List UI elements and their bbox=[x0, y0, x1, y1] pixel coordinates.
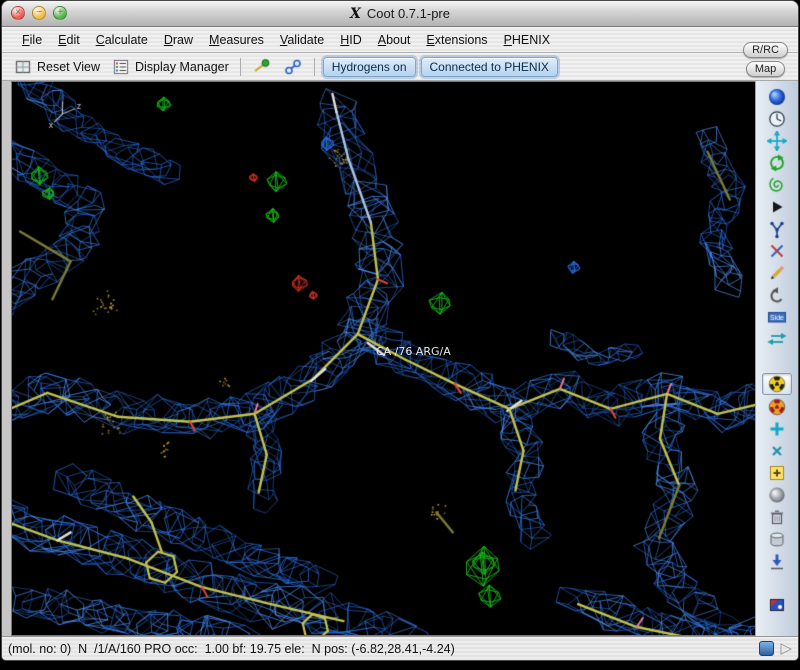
radiation-red-button[interactable] bbox=[763, 397, 791, 417]
side-chain-icon bbox=[767, 307, 787, 327]
add-atom-icon bbox=[767, 419, 787, 439]
menu-hid[interactable]: HID bbox=[332, 33, 370, 47]
gl-viewport-wrap: CA /76 ARG/A bbox=[11, 81, 755, 636]
molecule-viewport[interactable] bbox=[12, 82, 755, 635]
menu-calculate[interactable]: Calculate bbox=[88, 33, 156, 47]
window-title-text: Coot 0.7.1-pre bbox=[366, 6, 450, 21]
arrow-down-icon bbox=[767, 551, 787, 571]
menu-file[interactable]: File bbox=[14, 33, 50, 47]
view-sphere-icon bbox=[767, 87, 787, 107]
traffic-lights: × − + bbox=[11, 6, 67, 20]
flag-icon bbox=[767, 595, 787, 615]
toolbar-separator bbox=[239, 57, 241, 76]
zoom-button[interactable]: + bbox=[53, 6, 67, 20]
flag-button[interactable] bbox=[763, 595, 791, 615]
view-sphere-button[interactable] bbox=[763, 87, 791, 107]
statusbar: (mol. no: 0) N /1/A/160 PRO occ: 1.00 bf… bbox=[2, 636, 798, 660]
menubar: File Edit Calculate Draw Measures Validate HID… bbox=[2, 27, 798, 53]
x11-icon: X bbox=[350, 5, 361, 22]
hydrogens-toggle[interactable]: Hydrogens on bbox=[322, 56, 416, 77]
ligand-icon bbox=[282, 56, 303, 77]
ligand-button[interactable] bbox=[280, 56, 306, 78]
grey-sphere-icon bbox=[767, 485, 787, 505]
side-chain-button[interactable] bbox=[763, 307, 791, 327]
reset-view-icon bbox=[13, 56, 33, 77]
display-manager-icon bbox=[111, 56, 131, 77]
minimize-button[interactable]: − bbox=[32, 6, 46, 20]
corner-buttons: R/RC Map bbox=[743, 42, 788, 77]
go-to-atom-button[interactable] bbox=[249, 56, 275, 78]
refine-spiral-icon bbox=[767, 175, 787, 195]
display-manager-button[interactable]: Display Manager bbox=[108, 56, 232, 78]
undo-button[interactable] bbox=[763, 285, 791, 305]
grey-sphere-button[interactable] bbox=[763, 485, 791, 505]
reset-view-label: Reset View bbox=[37, 59, 100, 74]
coot-window: × − + X Coot 0.7.1-pre File Edit Calculate Dr… bbox=[1, 0, 799, 661]
reset-view-button[interactable]: Reset View bbox=[10, 56, 103, 78]
trash-icon bbox=[767, 507, 787, 527]
clock-button[interactable] bbox=[763, 109, 791, 129]
add-residue-button[interactable] bbox=[763, 463, 791, 483]
titlebar[interactable]: × − + X Coot 0.7.1-pre bbox=[2, 1, 798, 27]
rotate-translate-button[interactable] bbox=[763, 153, 791, 173]
modelling-toolbar bbox=[755, 81, 798, 636]
trash-button[interactable] bbox=[763, 507, 791, 527]
rotamer-button[interactable] bbox=[763, 219, 791, 239]
add-atom-button[interactable] bbox=[763, 419, 791, 439]
menu-phenix[interactable]: PHENIX bbox=[496, 33, 559, 47]
menu-validate[interactable]: Validate bbox=[272, 33, 332, 47]
pencil-button[interactable] bbox=[763, 263, 791, 283]
delete-x-button[interactable] bbox=[763, 441, 791, 461]
rotamer-icon bbox=[767, 219, 787, 239]
expand-triangle-icon[interactable]: ▷ bbox=[780, 641, 792, 656]
arrow-down-button[interactable] bbox=[763, 551, 791, 571]
map-button[interactable]: Map bbox=[745, 61, 786, 77]
undo-icon bbox=[767, 285, 787, 305]
chi-angles-icon bbox=[767, 241, 787, 261]
flip-icon bbox=[767, 329, 787, 349]
delete-x-icon bbox=[767, 441, 787, 461]
cylinder-icon bbox=[767, 529, 787, 549]
radiation-yellow-button[interactable] bbox=[762, 373, 792, 395]
move-atoms-button[interactable] bbox=[763, 131, 791, 151]
play-button[interactable] bbox=[763, 197, 791, 217]
chi-angles-button[interactable] bbox=[763, 241, 791, 261]
rotate-translate-icon bbox=[767, 153, 787, 173]
toolbar: Reset View Display Manager Hydrogens on … bbox=[2, 53, 798, 81]
window-title: X Coot 0.7.1-pre bbox=[2, 6, 798, 22]
menu-about[interactable]: About bbox=[370, 33, 419, 47]
radiation-red-icon bbox=[767, 397, 787, 417]
add-residue-icon bbox=[767, 463, 787, 483]
phenix-toggle[interactable]: Connected to PHENIX bbox=[420, 56, 558, 77]
main-area: CA /76 ARG/A bbox=[2, 81, 798, 636]
move-atoms-icon bbox=[767, 131, 787, 151]
rrc-button[interactable]: R/RC bbox=[743, 42, 788, 58]
menu-extensions[interactable]: Extensions bbox=[418, 33, 495, 47]
toolbar-separator bbox=[313, 57, 315, 76]
close-button[interactable]: × bbox=[11, 6, 25, 20]
go-to-atom-icon bbox=[251, 56, 272, 77]
radiation-yellow-icon bbox=[767, 374, 787, 394]
menu-edit[interactable]: Edit bbox=[50, 33, 88, 47]
menu-measures[interactable]: Measures bbox=[201, 33, 272, 47]
refine-spiral-button[interactable] bbox=[763, 175, 791, 195]
status-text: (mol. no: 0) N /1/A/160 PRO occ: 1.00 bf… bbox=[8, 641, 455, 656]
display-manager-label: Display Manager bbox=[135, 59, 229, 74]
pencil-icon bbox=[767, 263, 787, 283]
statusbar-blue-icon[interactable] bbox=[759, 641, 775, 656]
flip-button[interactable] bbox=[763, 329, 791, 349]
clock-icon bbox=[767, 109, 787, 129]
menu-draw[interactable]: Draw bbox=[156, 33, 201, 47]
cylinder-button[interactable] bbox=[763, 529, 791, 549]
play-icon bbox=[767, 197, 787, 217]
